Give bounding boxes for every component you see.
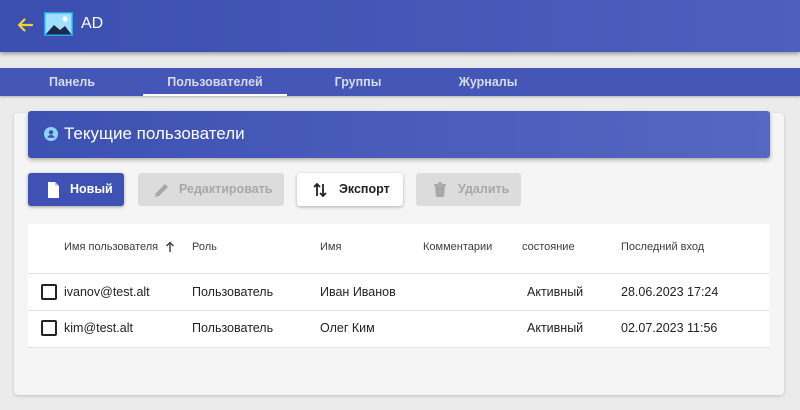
row-divider <box>28 310 770 311</box>
column-header-comments[interactable]: Комментарии <box>423 241 492 253</box>
column-header-name[interactable]: Имя <box>320 241 341 253</box>
file-icon <box>48 182 59 198</box>
tab-panel[interactable]: Панель <box>12 68 132 96</box>
card-header: Текущие пользователи <box>28 111 770 158</box>
cell-username: kim@test.alt <box>64 321 133 335</box>
cell-last-login: 02.07.2023 11:56 <box>621 321 718 335</box>
pencil-icon <box>155 184 168 197</box>
cell-state: Активный <box>527 285 584 299</box>
column-header-username[interactable]: Имя пользователя <box>64 241 158 253</box>
back-button[interactable] <box>14 14 36 36</box>
cell-last-login: 28.06.2023 17:24 <box>621 285 719 299</box>
row-divider <box>28 273 770 274</box>
user-circle-icon <box>44 127 58 141</box>
app-title: AD <box>81 15 104 32</box>
delete-button[interactable]: Удалить <box>416 173 521 206</box>
row-checkbox[interactable] <box>41 320 57 336</box>
delete-button-label: Удалить <box>458 182 510 196</box>
image-icon <box>44 12 73 36</box>
users-table: Имя пользователя Роль Имя Комментарии со… <box>28 224 770 348</box>
cell-name: Олег Ким <box>320 321 375 335</box>
cell-name: Иван Иванов <box>320 285 396 299</box>
cell-state: Активный <box>527 321 584 335</box>
cell-role: Пользователь <box>192 285 274 299</box>
cell-role: Пользователь <box>192 321 274 335</box>
column-header-state[interactable]: состояние <box>522 241 575 253</box>
export-button[interactable]: Экспорт <box>297 173 403 206</box>
row-checkbox[interactable] <box>41 284 57 300</box>
edit-button-label: Редактировать <box>179 182 273 196</box>
cell-username: ivanov@test.alt <box>64 285 150 299</box>
edit-button[interactable]: Редактировать <box>138 173 284 206</box>
row-divider <box>28 347 770 348</box>
column-header-role[interactable]: Роль <box>192 241 217 253</box>
tab-logs[interactable]: Журналы <box>428 68 548 96</box>
arrow-up-icon[interactable] <box>165 241 175 253</box>
card-title: Текущие пользователи <box>64 124 245 143</box>
new-button-label: Новый <box>70 182 113 196</box>
tab-groups[interactable]: Группы <box>298 68 418 96</box>
trash-icon <box>434 182 446 197</box>
swap-vertical-icon <box>313 182 327 198</box>
tab-users[interactable]: Пользователей <box>143 68 287 96</box>
app-header: AD <box>0 0 800 52</box>
new-button[interactable]: Новый <box>28 173 124 206</box>
export-button-label: Экспорт <box>339 182 390 196</box>
tabs-bar: Панель Пользователей Группы Журналы <box>0 68 800 96</box>
arrow-left-icon <box>17 18 34 32</box>
column-header-last-login[interactable]: Последний вход <box>621 241 704 253</box>
